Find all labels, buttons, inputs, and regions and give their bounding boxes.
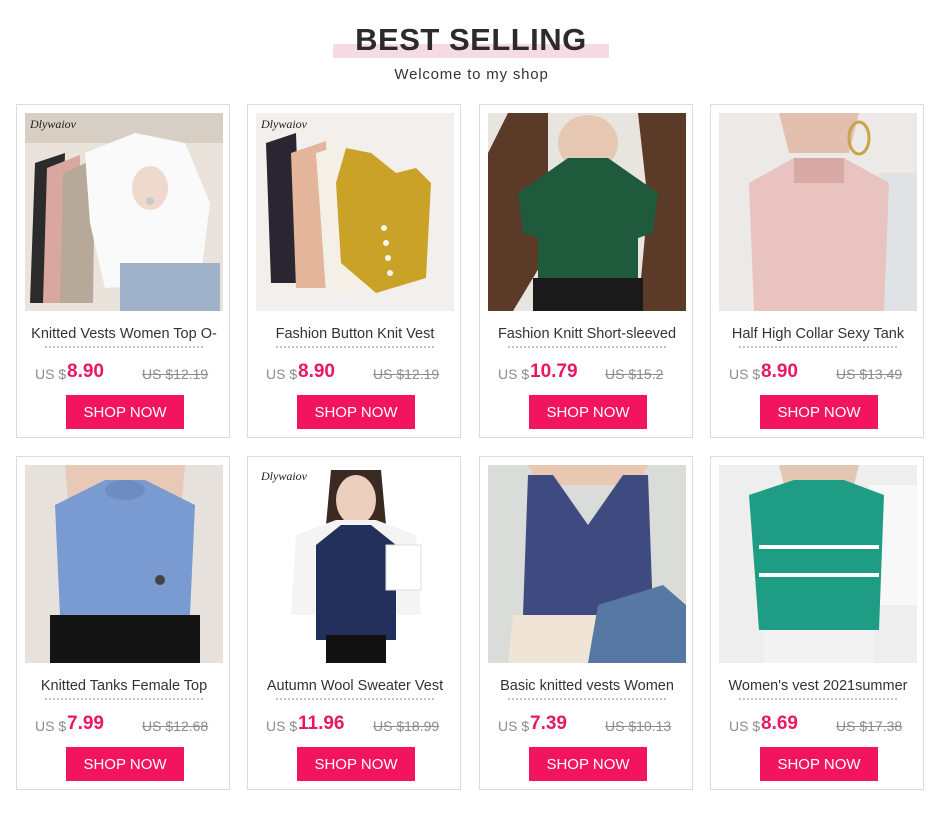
product-title[interactable]: Autumn Wool Sweater Vest xyxy=(256,677,454,699)
price-row: US $ 8.90 US $12.19 xyxy=(17,361,229,385)
original-price: US $10.13 xyxy=(605,718,672,734)
product-card[interactable]: Basic knitted vests Women US $ 7.39 US $… xyxy=(479,456,693,790)
sale-price: 7.39 xyxy=(530,713,567,734)
product-card[interactable]: Dlywaiov Autumn Wool Sweater Vest US $ 1… xyxy=(247,456,461,790)
truncated-text-line xyxy=(45,345,203,349)
sale-price: 8.90 xyxy=(761,361,798,382)
currency-label: US $ xyxy=(266,366,298,382)
product-title[interactable]: Fashion Knitt Short-sleeved xyxy=(488,325,686,347)
sale-price: 10.79 xyxy=(530,361,578,382)
brand-watermark: Dlywaiov xyxy=(261,469,307,483)
original-price: US $12.19 xyxy=(142,366,209,382)
currency-label: US $ xyxy=(498,366,530,382)
product-card[interactable]: Knitted Tanks Female Top US $ 7.99 US $1… xyxy=(16,456,230,790)
truncated-text-line xyxy=(508,345,666,349)
product-card[interactable]: Dlywaiov Fashion Button Knit Vest US $ 8… xyxy=(247,104,461,438)
original-price: US $15.2 xyxy=(605,366,664,382)
product-image[interactable] xyxy=(25,465,223,663)
product-title[interactable]: Half High Collar Sexy Tank xyxy=(719,325,917,347)
title-block: BEST SELLING xyxy=(333,18,609,62)
section-header: BEST SELLING Welcome to my shop xyxy=(0,0,943,100)
sale-price: 11.96 xyxy=(298,713,345,734)
currency-label: US $ xyxy=(729,718,761,734)
product-image[interactable]: Dlywaiov xyxy=(256,465,454,663)
truncated-text-line xyxy=(276,697,434,701)
shop-now-button[interactable]: SHOP NOW xyxy=(297,395,415,429)
product-card[interactable]: Fashion Knitt Short-sleeved US $ 10.79 U… xyxy=(479,104,693,438)
original-price: US $12.19 xyxy=(373,366,440,382)
original-price: US $12.68 xyxy=(142,718,209,734)
product-card[interactable]: Women's vest 2021summer US $ 8.69 US $17… xyxy=(710,456,924,790)
sale-price: 7.99 xyxy=(67,713,104,734)
price-row: US $ 8.90 US $13.49 xyxy=(711,361,923,385)
currency-label: US $ xyxy=(266,718,298,734)
product-image[interactable]: Dlywaiov xyxy=(25,113,223,311)
shop-now-button[interactable]: SHOP NOW xyxy=(66,747,184,781)
sale-price: 8.90 xyxy=(298,361,335,382)
price-row: US $ 8.90 US $12.19 xyxy=(248,361,460,385)
shop-now-button[interactable]: SHOP NOW xyxy=(760,747,878,781)
original-price: US $17.38 xyxy=(836,718,903,734)
currency-label: US $ xyxy=(498,718,530,734)
product-image[interactable] xyxy=(488,113,686,311)
brand-watermark: Dlywaiov xyxy=(30,117,76,131)
brand-watermark: Dlywaiov xyxy=(261,117,307,131)
original-price: US $18.99 xyxy=(373,718,440,734)
shop-now-button[interactable]: SHOP NOW xyxy=(760,395,878,429)
product-title[interactable]: Fashion Button Knit Vest xyxy=(256,325,454,347)
price-row: US $ 7.99 US $12.68 xyxy=(17,713,229,737)
product-title[interactable]: Women's vest 2021summer xyxy=(719,677,917,699)
product-card[interactable]: Dlywaiov Knitted Vests Women Top O- US $… xyxy=(16,104,230,438)
truncated-text-line xyxy=(45,697,203,701)
shop-now-button[interactable]: SHOP NOW xyxy=(66,395,184,429)
currency-label: US $ xyxy=(729,366,761,382)
truncated-text-line xyxy=(276,345,434,349)
product-image[interactable] xyxy=(719,113,917,311)
product-card[interactable]: Half High Collar Sexy Tank US $ 8.90 US … xyxy=(710,104,924,438)
product-image[interactable] xyxy=(488,465,686,663)
currency-label: US $ xyxy=(35,366,67,382)
truncated-text-line xyxy=(739,697,897,701)
shop-now-button[interactable]: SHOP NOW xyxy=(529,747,647,781)
shop-now-button[interactable]: SHOP NOW xyxy=(297,747,415,781)
truncated-text-line xyxy=(508,697,666,701)
product-title[interactable]: Basic knitted vests Women xyxy=(488,677,686,699)
price-row: US $ 10.79 US $15.2 xyxy=(480,361,692,385)
page-title: BEST SELLING xyxy=(355,22,587,57)
price-row: US $ 8.69 US $17.38 xyxy=(711,713,923,737)
price-row: US $ 11.96 US $18.99 xyxy=(248,713,460,737)
sale-price: 8.69 xyxy=(761,713,798,734)
currency-label: US $ xyxy=(35,718,67,734)
page-subtitle: Welcome to my shop xyxy=(394,66,549,83)
price-row: US $ 7.39 US $10.13 xyxy=(480,713,692,737)
sale-price: 8.90 xyxy=(67,361,104,382)
truncated-text-line xyxy=(739,345,897,349)
shop-now-button[interactable]: SHOP NOW xyxy=(529,395,647,429)
product-image[interactable]: Dlywaiov xyxy=(256,113,454,311)
product-image[interactable] xyxy=(719,465,917,663)
original-price: US $13.49 xyxy=(836,366,903,382)
product-title[interactable]: Knitted Vests Women Top O- xyxy=(25,325,223,347)
product-title[interactable]: Knitted Tanks Female Top xyxy=(25,677,223,699)
